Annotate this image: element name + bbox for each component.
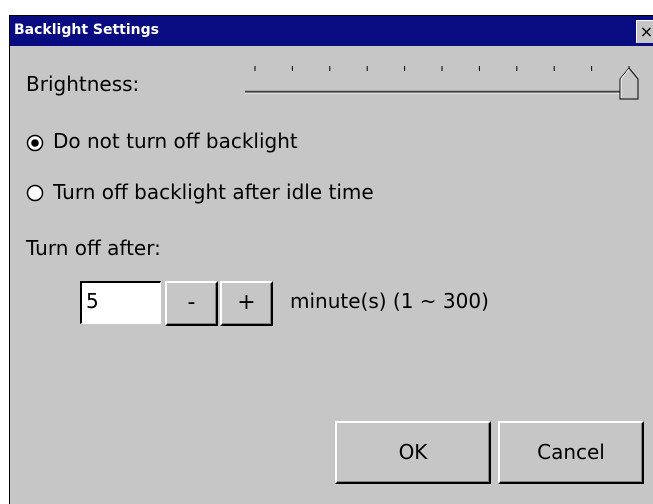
close-button[interactable]: × [636, 20, 653, 43]
minutes-range-label: minute(s) (1 ~ 300) [290, 289, 489, 313]
radio-keep-on[interactable] [26, 134, 44, 152]
title-bar[interactable]: Backlight Settings × [10, 16, 653, 46]
increment-button[interactable]: + [220, 281, 273, 326]
decrement-button[interactable]: - [165, 281, 218, 326]
option-keep-on-label[interactable]: Do not turn off backlight [53, 129, 298, 153]
option-idle-off-label[interactable]: Turn off backlight after idle time [53, 180, 374, 204]
ok-button[interactable]: OK [335, 421, 491, 484]
backlight-settings-dialog: Backlight Settings × Brightness: Do not … [9, 15, 653, 504]
brightness-slider[interactable] [245, 64, 645, 100]
turn-off-label: Turn off after: [26, 236, 161, 260]
cancel-button[interactable]: Cancel [498, 421, 644, 484]
slider-ticks [254, 66, 630, 71]
brightness-label: Brightness: [26, 72, 140, 96]
close-icon: × [639, 22, 653, 41]
minutes-input[interactable]: 5 [80, 281, 161, 324]
slider-thumb[interactable] [619, 67, 639, 100]
radio-idle-off[interactable] [26, 184, 44, 202]
window-title: Backlight Settings [14, 22, 159, 38]
